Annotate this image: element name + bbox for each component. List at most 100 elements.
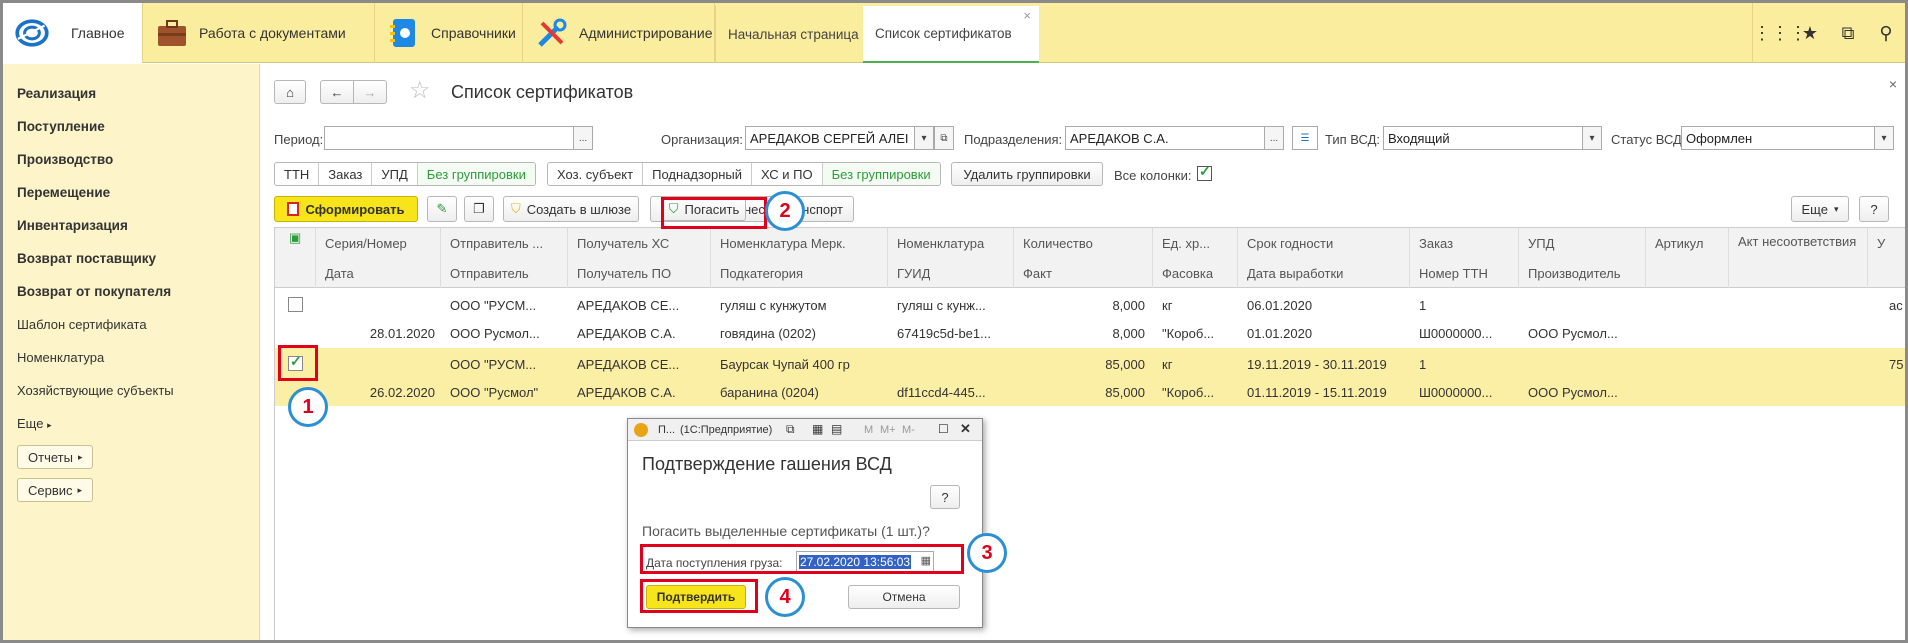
- sidebar-item-entities[interactable]: Хозяйствующие субъекты: [17, 383, 174, 398]
- calendar-icon[interactable]: ▦: [812, 422, 823, 436]
- group-ttn-button[interactable]: ТТН: [275, 163, 320, 185]
- close-icon[interactable]: ✕: [960, 421, 971, 437]
- table-row-selected[interactable]: ✓ ООО "РУСМ... АРЕДАКОВ СЕ... Баурсак Чу…: [275, 348, 1905, 406]
- col-series[interactable]: Серия/Номер: [325, 236, 437, 251]
- dept-field[interactable]: АРЕДАКОВ С.А.: [1065, 126, 1265, 150]
- back-button[interactable]: ←: [320, 80, 354, 104]
- history-icon[interactable]: ⧉: [1829, 23, 1867, 44]
- sidebar-item-cert-template[interactable]: Шаблон сертификата: [17, 317, 147, 332]
- dept-select-button[interactable]: ...: [1264, 126, 1284, 150]
- group-order-button[interactable]: Заказ: [319, 163, 373, 185]
- edit-doc-icon: ✎: [436, 201, 448, 216]
- sidebar-item-production[interactable]: Производство: [17, 152, 113, 167]
- group-upd-button[interactable]: УПД: [372, 163, 418, 185]
- sidebar-item-return-supplier[interactable]: Возврат поставщику: [17, 251, 156, 266]
- maximize-icon[interactable]: ☐: [938, 422, 949, 436]
- col-subcategory[interactable]: Подкатегория: [720, 266, 803, 281]
- col-act[interactable]: Акт несоответствия: [1738, 234, 1858, 250]
- reports-button[interactable]: Отчеты ▸: [17, 445, 94, 469]
- vsd-type-field[interactable]: Входящий: [1383, 126, 1583, 150]
- callout-box-3: [640, 544, 964, 574]
- table-row[interactable]: ООО "РУСМ... АРЕДАКОВ СЕ... гуляш с кунж…: [275, 289, 1905, 347]
- memory-minus-icon[interactable]: M-: [902, 424, 915, 436]
- caret-down-icon: ▾: [1833, 203, 1839, 214]
- col-upd[interactable]: УПД: [1528, 236, 1640, 251]
- link-icon[interactable]: ⧉: [786, 422, 795, 437]
- col-expiry[interactable]: Срок годности: [1247, 236, 1405, 251]
- dialog-help-button[interactable]: ?: [930, 485, 960, 509]
- group-supervised-button[interactable]: Поднадзорный: [643, 163, 753, 185]
- search-icon[interactable]: ⚲: [1867, 23, 1905, 44]
- sidebar-item-inventory[interactable]: Инвентаризация: [17, 218, 128, 233]
- apps-grid-icon[interactable]: ⋮⋮⋮: [1753, 23, 1807, 44]
- col-unit[interactable]: Ед. хр...: [1162, 236, 1234, 251]
- section-admin[interactable]: Администрирование: [523, 3, 715, 63]
- tab-home-page[interactable]: Начальная страница: [715, 6, 863, 63]
- period-field[interactable]: [324, 126, 574, 150]
- service-button[interactable]: Сервис ▸: [17, 478, 94, 502]
- col-prod-date[interactable]: Дата выработки: [1247, 266, 1343, 281]
- vsd-status-field[interactable]: Оформлен: [1681, 126, 1875, 150]
- col-receiver-po[interactable]: Получатель ПО: [577, 266, 671, 281]
- star-icon[interactable]: ★: [1791, 23, 1829, 44]
- list-icon[interactable]: ☰: [1292, 126, 1318, 150]
- help-button[interactable]: ?: [1859, 196, 1889, 222]
- forward-button[interactable]: →: [353, 80, 387, 104]
- all-columns-checkbox[interactable]: ✓: [1197, 163, 1212, 181]
- sidebar-more[interactable]: Еще ▸: [17, 416, 52, 431]
- group-none-button[interactable]: Без группировки: [417, 163, 535, 185]
- edit-doc-button[interactable]: ✎: [427, 196, 457, 222]
- tab-close-icon[interactable]: ×: [1023, 8, 1031, 23]
- more-button[interactable]: Еще ▾: [1791, 196, 1849, 222]
- cancel-button[interactable]: Отмена: [848, 585, 960, 609]
- create-gateway-button[interactable]: ⛉ Создать в шлюзе: [503, 196, 639, 222]
- group-entity-button[interactable]: Хоз. субъект: [548, 163, 644, 185]
- callout-badge-1: 1: [288, 387, 328, 427]
- calculator-icon[interactable]: ▤: [831, 422, 842, 436]
- row-checkbox[interactable]: [288, 297, 303, 312]
- col-date[interactable]: Дата: [325, 266, 354, 281]
- tab-certificates[interactable]: Список сертификатов ×: [863, 6, 1039, 63]
- form-button[interactable]: Сформировать: [274, 196, 418, 222]
- sidebar-item-receipt[interactable]: Поступление: [17, 119, 105, 134]
- remove-groupings-button[interactable]: Удалить группировки: [951, 162, 1103, 186]
- close-form-icon[interactable]: ×: [1889, 76, 1897, 92]
- col-article[interactable]: Артикул: [1655, 236, 1725, 251]
- col-nom-merc[interactable]: Номенклатура Мерк.: [720, 236, 880, 251]
- vsd-type-dropdown-button[interactable]: ▾: [1582, 126, 1602, 150]
- section-home[interactable]: Главное: [3, 3, 143, 63]
- col-ttn[interactable]: Номер ТТН: [1419, 266, 1488, 281]
- period-select-button[interactable]: ...: [573, 126, 593, 150]
- org-field[interactable]: АРЕДАКОВ СЕРГЕЙ АЛЕІ: [745, 126, 915, 150]
- app-logo-icon: [15, 16, 49, 50]
- col-packing[interactable]: Фасовка: [1162, 266, 1213, 281]
- col-producer[interactable]: Производитель: [1528, 266, 1621, 281]
- sidebar-item-nomenclature[interactable]: Номенклатура: [17, 350, 104, 365]
- section-references[interactable]: Справочники: [375, 3, 523, 63]
- col-fact[interactable]: Факт: [1023, 266, 1052, 281]
- org-dropdown-button[interactable]: ▾: [914, 126, 934, 150]
- org-open-button[interactable]: ⧉: [934, 126, 954, 150]
- memory-m-icon[interactable]: M: [864, 424, 873, 436]
- col-nomenclature[interactable]: Номенклатура: [897, 236, 1009, 251]
- sidebar-item-transfer[interactable]: Перемещение: [17, 185, 110, 200]
- col-receiver-hs[interactable]: Получатель ХС: [577, 236, 707, 251]
- sidebar-item-return-customer[interactable]: Возврат от покупателя: [17, 284, 171, 299]
- col-guid[interactable]: ГУИД: [897, 266, 930, 281]
- cell-unit: кг: [1162, 357, 1173, 372]
- group-hs-po-button[interactable]: ХС и ПО: [752, 163, 823, 185]
- col-extra[interactable]: У: [1877, 236, 1905, 251]
- memory-plus-icon[interactable]: M+: [880, 424, 896, 436]
- section-documents[interactable]: Работа с документами: [143, 3, 375, 63]
- sidebar-item-sales[interactable]: Реализация: [17, 86, 96, 101]
- favorite-star-icon[interactable]: ☆: [409, 76, 431, 105]
- vsd-status-dropdown-button[interactable]: ▾: [1874, 126, 1894, 150]
- col-sender-short[interactable]: Отправитель ...: [450, 236, 562, 251]
- home-button[interactable]: ⌂: [274, 80, 306, 104]
- group-none-button-2[interactable]: Без группировки: [822, 163, 940, 185]
- header-check-icon[interactable]: ▣: [289, 230, 301, 246]
- copy-button[interactable]: ❐: [464, 196, 494, 222]
- col-sender[interactable]: Отправитель: [450, 266, 529, 281]
- col-quantity[interactable]: Количество: [1023, 236, 1149, 251]
- col-order[interactable]: Заказ: [1419, 236, 1515, 251]
